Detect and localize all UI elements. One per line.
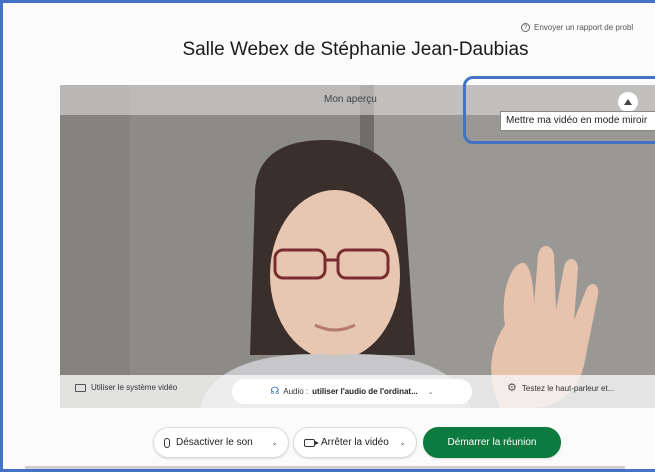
chevron-down-icon: ⌄ xyxy=(427,388,434,396)
gear-icon: ⚙ xyxy=(507,382,517,394)
mirror-video-button[interactable] xyxy=(618,92,638,112)
footer-strip xyxy=(25,466,625,469)
test-speaker-button[interactable]: ⚙ Testez le haut-parleur et... xyxy=(507,383,614,394)
stop-video-label: Arrêter la vidéo xyxy=(321,437,389,448)
use-system-video-button[interactable]: Utiliser le système vidéo xyxy=(75,383,177,392)
preview-controls-bar: Utiliser le système vidéo ☊ Audio : util… xyxy=(60,375,655,408)
mirror-toggle-icon xyxy=(624,99,632,105)
webex-preview-window: ? Envoyer un rapport de probl Salle Webe… xyxy=(0,0,655,472)
audio-select[interactable]: ☊ Audio : utiliser l'audio de l'ordinat.… xyxy=(232,379,472,404)
screen-icon xyxy=(75,383,86,392)
chevron-down-icon[interactable]: ⌄ xyxy=(399,438,406,447)
mute-label: Désactiver le son xyxy=(176,437,253,448)
mirror-tooltip: Mettre ma vidéo en mode miroir xyxy=(500,111,655,131)
audio-value: utiliser l'audio de l'ordinat... xyxy=(312,387,418,396)
info-icon: ? xyxy=(521,23,530,32)
headset-icon: ☊ xyxy=(270,386,280,397)
mute-button[interactable]: Désactiver le son ⌄ xyxy=(153,427,289,458)
test-speaker-label: Testez le haut-parleur et... xyxy=(521,384,615,393)
stop-video-button[interactable]: Arrêter la vidéo ⌄ xyxy=(293,427,417,458)
start-meeting-button[interactable]: Démarrer la réunion xyxy=(423,427,561,458)
chevron-down-icon[interactable]: ⌄ xyxy=(271,438,278,447)
self-video-feed xyxy=(60,85,655,408)
preview-label: Mon aperçu xyxy=(324,94,377,105)
room-title: Salle Webex de Stéphanie Jean-Daubias xyxy=(182,39,529,60)
start-meeting-label: Démarrer la réunion xyxy=(447,437,537,448)
microphone-icon xyxy=(164,437,170,448)
report-problem-label: Envoyer un rapport de probl xyxy=(534,23,634,32)
meeting-actions: Désactiver le son ⌄ Arrêter la vidéo ⌄ D… xyxy=(3,423,655,463)
video-preview: Mon aperçu xyxy=(60,85,655,408)
report-problem-link[interactable]: ? Envoyer un rapport de probl xyxy=(521,23,633,32)
camera-icon xyxy=(304,438,319,447)
use-system-video-label: Utiliser le système vidéo xyxy=(91,383,178,392)
audio-prefix: Audio : xyxy=(283,387,309,396)
